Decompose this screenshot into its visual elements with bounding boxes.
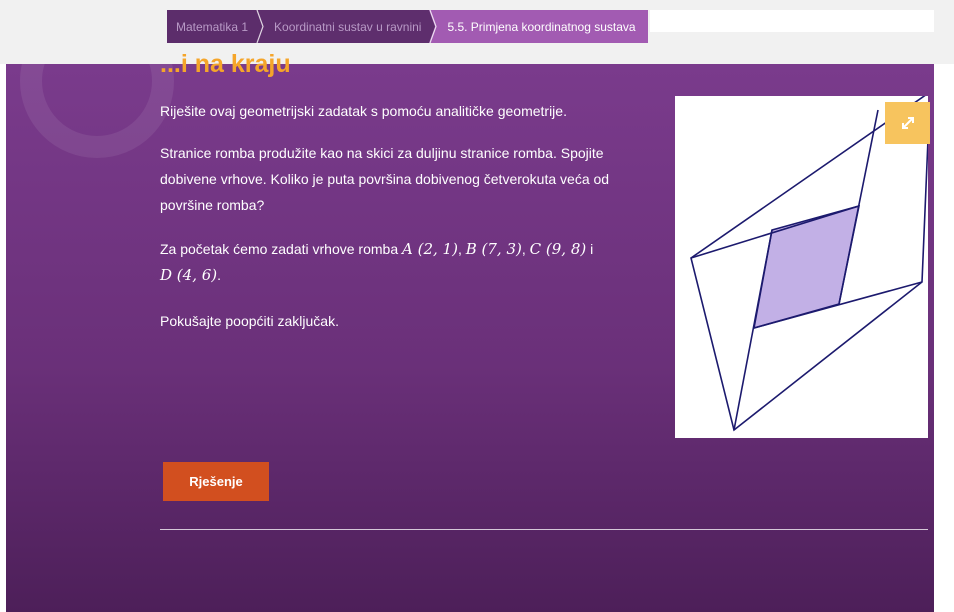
section-title: ...i na kraju	[160, 50, 291, 78]
closing-text: Pokušajte poopćiti zaključak.	[160, 313, 339, 329]
vertex-a: A (2, 1)	[402, 240, 458, 258]
breadcrumb-item-chapter[interactable]: Koordinatni sustav u ravnini	[262, 10, 442, 43]
vertex-c: C (9, 8)	[529, 240, 587, 258]
solution-button[interactable]: Rješenje	[163, 462, 269, 501]
task-text: Stranice romba produžite kao na skici za…	[160, 145, 610, 213]
chevron-right-icon	[429, 10, 442, 43]
breadcrumb-item-course[interactable]: Matematika 1	[167, 10, 269, 43]
breadcrumb: Matematika 1 Koordinatni sustav u ravnin…	[167, 10, 648, 43]
breadcrumb-item-current[interactable]: 5.5. Primjena koordinatnog sustava	[435, 10, 648, 43]
top-bar-panel	[650, 10, 934, 32]
divider	[160, 529, 928, 530]
vertex-b: B (7, 3)	[465, 240, 522, 258]
vertex-d: D (4, 6)	[160, 266, 218, 284]
vertices-text: Za početak ćemo zadati vrhove romba A (2…	[160, 240, 594, 284]
vertices-prefix: Za početak ćemo zadati vrhove romba	[160, 241, 399, 257]
intro-text: Riješite ovaj geometrijski zadatak s pom…	[160, 103, 567, 119]
chevron-right-icon	[256, 10, 269, 43]
decorative-ring	[20, 64, 174, 158]
breadcrumb-label: 5.5. Primjena koordinatnog sustava	[447, 19, 636, 34]
rhombus-diagram	[690, 90, 931, 432]
breadcrumb-label: Matematika 1	[176, 19, 249, 34]
expand-icon	[901, 117, 914, 129]
breadcrumb-label: Koordinatni sustav u ravnini	[274, 19, 422, 34]
conjunction: i	[590, 241, 594, 257]
expand-image-button[interactable]	[885, 102, 930, 144]
rhombus-figure	[675, 90, 931, 438]
